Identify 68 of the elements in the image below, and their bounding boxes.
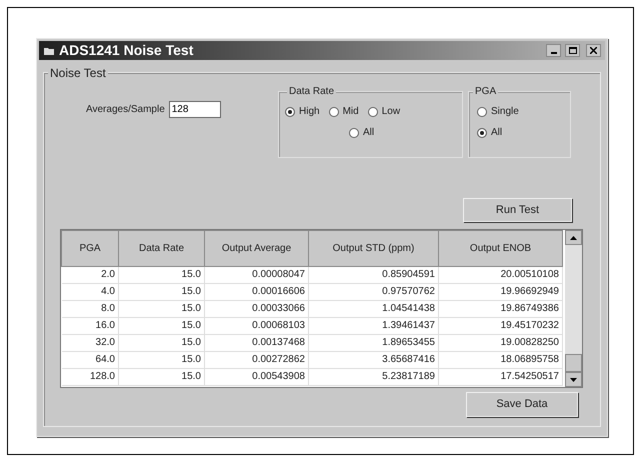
table-cell: 0.00008047	[204, 266, 308, 284]
column-header: Output STD (ppm)	[308, 230, 438, 266]
column-header: PGA	[62, 230, 118, 266]
table-cell: 18.06895758	[438, 352, 562, 368]
table-cell: 15.0	[118, 368, 204, 386]
close-icon	[590, 47, 597, 54]
table-cell: 0.00016606	[204, 284, 308, 300]
table-cell: 15.0	[118, 318, 204, 334]
table-cell: 64.0	[62, 352, 118, 368]
column-header: Output Average	[204, 230, 308, 266]
radio-indicator[interactable]	[368, 106, 378, 116]
table-cell: 5.23817189	[308, 368, 438, 386]
radio-button[interactable]: Low	[368, 104, 400, 119]
table-cell: 8.0	[62, 300, 118, 318]
table-cell: 0.00272862	[204, 352, 308, 368]
column-header: Data Rate	[118, 230, 204, 266]
up-arrow-icon	[570, 236, 577, 240]
field-label: Averages/Sample	[86, 103, 165, 117]
save-data-button[interactable]: Save Data	[466, 392, 578, 417]
table-cell: 3.65687416	[308, 352, 438, 368]
radio-button[interactable]: High	[285, 104, 320, 119]
table-cell: 0.00543908	[204, 368, 308, 386]
table-cell: 19.86749386	[438, 300, 562, 318]
radio-button[interactable]: All	[477, 125, 570, 140]
table-cell: 19.00828250	[438, 334, 562, 352]
table-cell: 19.96692949	[438, 284, 562, 300]
run-test-button[interactable]: Run Test	[463, 198, 572, 222]
maximize-button[interactable]	[565, 44, 580, 57]
scroll-down-button[interactable]	[565, 372, 582, 387]
minimize-button[interactable]	[546, 44, 561, 57]
radio-button[interactable]: Mid	[328, 104, 359, 119]
table-cell: 0.00137468	[204, 334, 308, 352]
scrollbar[interactable]	[565, 230, 582, 387]
table-cell: 4.0	[62, 284, 118, 300]
table-cell: 1.04541438	[308, 300, 438, 318]
table-cell: 2.0	[62, 266, 118, 284]
window-title: ADS1241 Noise Test	[59, 41, 194, 60]
table-cell: 0.00068103	[204, 318, 308, 334]
scroll-up-button[interactable]	[565, 230, 582, 245]
radio-indicator[interactable]	[477, 106, 487, 116]
averages-input[interactable]: 128	[168, 101, 221, 118]
table-cell: 15.0	[118, 266, 204, 284]
table-cell: 0.00033066	[204, 300, 308, 318]
radio-indicator[interactable]	[477, 128, 487, 138]
table-cell: 1.89653455	[308, 334, 438, 352]
table-cell: 15.0	[118, 284, 204, 300]
table-cell: 32.0	[62, 334, 118, 352]
radio-indicator[interactable]	[285, 106, 295, 116]
window-icon	[43, 46, 55, 56]
table-cell: 15.0	[118, 352, 204, 368]
table-cell: 15.0	[118, 300, 204, 318]
column-header: Output ENOB	[438, 230, 562, 266]
radio-button[interactable]: All	[349, 125, 374, 140]
scroll-thumb[interactable]	[565, 354, 582, 372]
table-cell: 20.00510108	[438, 266, 562, 284]
table-cell: 17.54250517	[438, 368, 562, 386]
table-cell: 0.85904591	[308, 266, 438, 284]
down-arrow-icon	[570, 378, 577, 382]
table-cell: 128.0	[62, 368, 118, 386]
radio-indicator[interactable]	[328, 106, 339, 116]
table-cell: 0.97570762	[308, 284, 438, 300]
table-cell: 1.39461437	[308, 318, 438, 334]
table-cell: 16.0	[62, 318, 118, 334]
radio-button[interactable]: Single	[477, 104, 570, 119]
table-cell: 15.0	[118, 334, 204, 352]
radio-indicator[interactable]	[349, 128, 359, 138]
table-cell: 19.45170232	[438, 318, 562, 334]
close-button[interactable]	[586, 44, 601, 57]
